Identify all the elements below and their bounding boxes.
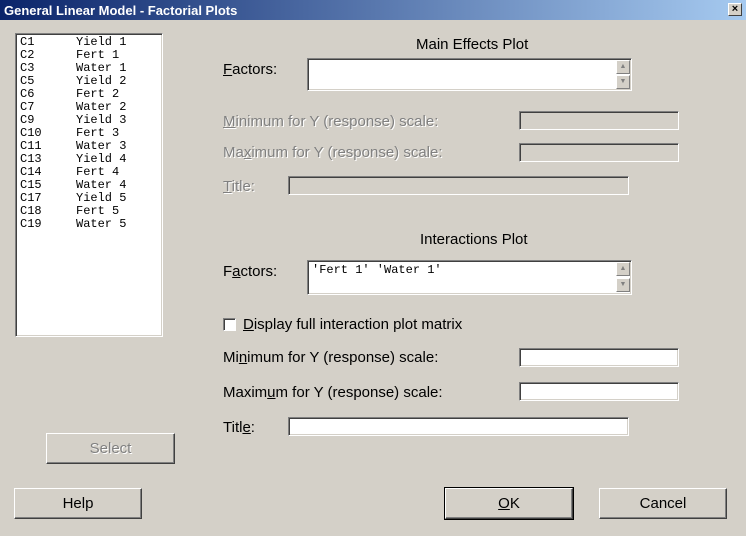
interactions-factors-label: Factors:: [223, 263, 278, 280]
scroll-down-icon[interactable]: ▼: [616, 75, 630, 89]
close-button[interactable]: ×: [728, 3, 742, 16]
main-effects-factors-field[interactable]: ▲ ▼: [307, 58, 632, 91]
cancel-button[interactable]: Cancel: [599, 488, 727, 519]
variable-row[interactable]: C19 Water 5: [20, 218, 158, 231]
variable-name: Water 5: [76, 217, 127, 231]
scroll-up-icon[interactable]: ▲: [616, 60, 630, 74]
display-matrix-checkbox[interactable]: [223, 318, 236, 331]
main-effects-min-field: [519, 111, 679, 130]
interactions-title: Interactions Plot: [420, 231, 528, 248]
main-effects-title-field: [288, 176, 629, 195]
main-effects-max-field: [519, 143, 679, 162]
interactions-max-label: Maximum for Y (response) scale:: [223, 384, 443, 401]
window-title: General Linear Model - Factorial Plots: [4, 3, 238, 18]
help-button[interactable]: Help: [14, 488, 142, 519]
variable-list[interactable]: C1 Yield 1 C2 Fert 1 C3 Water 1 C5 Yield 2 C6 Fer…: [15, 33, 163, 337]
ok-button[interactable]: OK: [444, 487, 574, 520]
variable-id: C19: [20, 217, 42, 231]
interactions-max-field[interactable]: [519, 382, 679, 401]
main-effects-min-label: Minimum for Y (response) scale:: [223, 113, 439, 130]
interactions-min-field[interactable]: [519, 348, 679, 367]
main-effects-factors-label: Factors:: [223, 61, 278, 78]
display-matrix-label[interactable]: Display full interaction plot matrix: [243, 316, 462, 333]
title-bar: General Linear Model - Factorial Plots ×: [0, 0, 746, 20]
interactions-title-label: Title:: [223, 419, 255, 436]
scroll-up-icon[interactable]: ▲: [616, 262, 630, 276]
main-effects-max-label: Maximum for Y (response) scale:: [223, 144, 443, 161]
interactions-min-label: Minimum for Y (response) scale:: [223, 349, 439, 366]
select-button[interactable]: Select: [46, 433, 175, 464]
scroll-down-icon[interactable]: ▼: [616, 278, 630, 292]
main-effects-title: Main Effects Plot: [416, 36, 529, 53]
main-effects-title-label: Title:: [223, 178, 255, 195]
interactions-title-field[interactable]: [288, 417, 629, 436]
interactions-factors-field[interactable]: 'Fert 1' 'Water 1' ▲ ▼: [307, 260, 632, 295]
